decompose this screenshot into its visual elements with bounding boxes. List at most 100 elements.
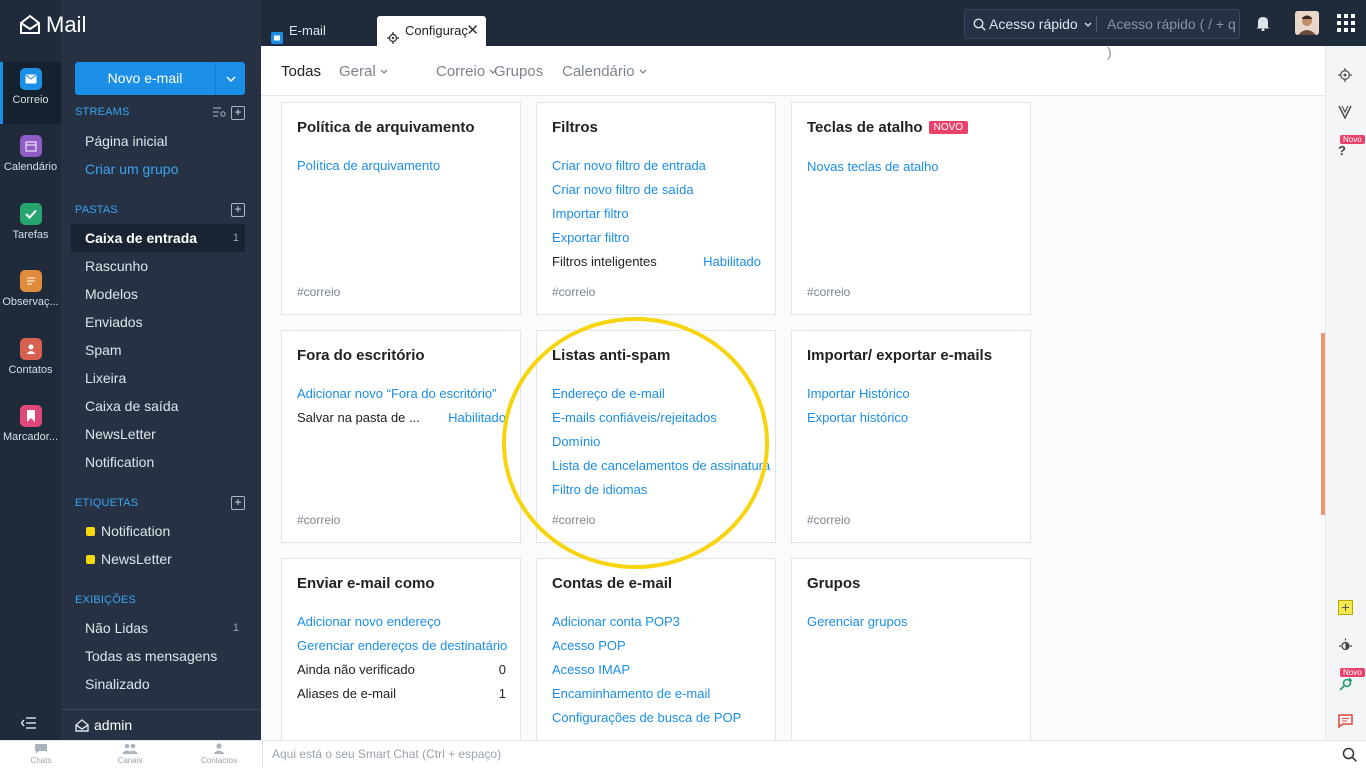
search-scope-selector[interactable]: Acesso rápido [973,10,1092,38]
folder-item-outbox[interactable]: Caixa de saída [71,392,245,420]
folder-item-drafts[interactable]: Rascunho [71,252,245,280]
rail-label: Observaç... [2,296,59,308]
apps-grid-icon[interactable] [1337,14,1355,35]
search-icon[interactable] [1342,747,1357,765]
add-address-link[interactable]: Adicionar novo endereço [297,614,441,629]
archive-policy-link[interactable]: Política de arquivamento [297,158,440,173]
view-item-all[interactable]: Todas as mensagens [71,642,245,670]
chats-button[interactable]: Chats [11,743,71,765]
rail-app-contatos[interactable]: Contatos [0,332,61,394]
unverified-label: Ainda não verificado [297,662,415,677]
channels-button[interactable]: Canais [100,743,160,765]
card-groups: Grupos Gerenciar grupos [791,558,1031,740]
user-avatar[interactable] [1295,11,1319,35]
whats-new-icon[interactable] [1338,105,1352,122]
rail-label: Marcador... [2,431,59,443]
account-icon [75,719,89,735]
unsubscribe-list-link[interactable]: Lista de cancelamentos de assinatura [552,458,770,473]
create-incoming-filter-link[interactable]: Criar novo filtro de entrada [552,158,706,173]
contact-icon [19,338,42,360]
tab-mail[interactable]: Correio [436,63,497,80]
folder-item-spam[interactable]: Spam [71,336,245,364]
folder-item-newsletter[interactable]: NewsLetter [71,420,245,448]
smart-chat-input[interactable]: Aqui está o seu Smart Chat (Ctrl + espaç… [262,741,1326,768]
add-tag-icon[interactable]: + [231,496,245,510]
rail-app-tarefas[interactable]: Tarefas [0,197,61,259]
collapse-sidebar-icon[interactable] [20,717,37,732]
stream-settings-icon[interactable] [213,106,226,121]
stream-item-home[interactable]: Página inicial [71,127,245,155]
tab-calendar[interactable]: Calendário [562,63,647,80]
check-icon [19,203,42,225]
card-filters: Filtros Criar novo filtro de entrada Cri… [536,102,776,315]
card-antispam: Listas anti-spam Endereço de e-mail E-ma… [536,330,776,543]
pop-access-link[interactable]: Acesso POP [552,638,626,653]
integration-plug-icon[interactable] [1338,677,1353,695]
view-item-unread[interactable]: Não Lidas 1 [71,614,245,642]
add-out-of-office-link[interactable]: Adicionar novo “Fora do escritório” [297,386,496,401]
bell-icon[interactable] [1256,15,1270,34]
sticky-note-icon[interactable] [1338,600,1353,618]
folder-footer: admin [61,709,261,740]
rail-app-observacoes[interactable]: Observaç... [0,264,61,326]
create-group-link[interactable]: Criar um grupo [71,155,245,183]
account-name[interactable]: admin [94,717,132,733]
pop-fetch-settings-link[interactable]: Configurações de busca de POP [552,710,741,725]
rail-app-marcadores[interactable]: Marcador... [0,399,61,461]
add-pop3-link[interactable]: Adicionar conta POP3 [552,614,680,629]
tab-groups[interactable]: Grupos [494,63,543,80]
tag-item-newsletter[interactable]: NewsLetter [71,545,245,573]
top-bar: E-mail Configuraç ✕ Acesso rápido Acesso… [261,0,1366,60]
save-folder-toggle[interactable]: Habilitado [448,410,506,425]
export-filter-link[interactable]: Exportar filtro [552,230,629,245]
export-history-link[interactable]: Exportar histórico [807,410,908,425]
chevron-down-icon[interactable] [215,62,245,95]
rail-app-correio[interactable]: Correio [0,62,61,124]
import-history-link[interactable]: Importar Histórico [807,386,910,401]
search-divider [1096,16,1097,32]
new-mail-button[interactable]: Novo e-mail [75,62,245,95]
tab-all[interactable]: Todas [281,63,321,80]
bookmark-icon [19,405,42,427]
theme-toggle-icon[interactable] [1338,638,1353,656]
new-badge: Novo [1340,668,1365,677]
feedback-icon[interactable] [1338,714,1353,731]
forwarding-link[interactable]: Encaminhamento de e-mail [552,686,710,701]
tab-general[interactable]: Geral [339,63,388,80]
view-item-flagged[interactable]: Sinalizado [71,670,245,698]
smart-filters-toggle[interactable]: Habilitado [703,254,761,269]
manage-groups-link[interactable]: Gerenciar grupos [807,614,907,629]
create-outgoing-filter-link[interactable]: Criar novo filtro de saída [552,182,694,197]
domain-link[interactable]: Domínio [552,434,600,449]
tab-email[interactable]: E-mail [261,16,376,46]
import-filter-link[interactable]: Importar filtro [552,206,629,221]
mail-brand-icon [20,14,40,34]
settings-gear-icon[interactable] [1338,68,1352,85]
manage-recipients-link[interactable]: Gerenciar endereços de destinatário [297,638,507,653]
help-icon[interactable]: ? [1338,143,1346,158]
bottom-label: Contactos [200,756,238,765]
add-folder-icon[interactable]: + [231,203,245,217]
streams-heading: STREAMS [75,106,130,118]
tag-item-notification[interactable]: Notification [71,517,245,545]
folder-item-trash[interactable]: Lixeira [71,364,245,392]
new-mail-label: Novo e-mail [107,70,183,86]
folder-item-notification[interactable]: Notification [71,448,245,476]
quick-search[interactable]: Acesso rápido Acesso rápido ( / + q ) [964,9,1240,60]
tab-settings[interactable]: Configuraç ✕ [377,16,486,46]
close-tab-icon[interactable]: ✕ [466,16,479,46]
folder-item-inbox[interactable]: Caixa de entrada 1 [71,224,245,252]
contacts-button[interactable]: Contactos [189,743,249,765]
add-stream-icon[interactable]: + [231,106,245,120]
new-shortcuts-link[interactable]: Novas teclas de atalho [807,159,939,174]
email-address-link[interactable]: Endereço de e-mail [552,386,665,401]
card-title: Teclas de atalho NOVO [807,119,969,136]
imap-access-link[interactable]: Acesso IMAP [552,662,630,677]
folder-item-sent[interactable]: Enviados [71,308,245,336]
folder-item-templates[interactable]: Modelos [71,280,245,308]
folders-heading: PASTAS [75,204,118,216]
rail-app-calendario[interactable]: Calendário [0,129,61,191]
language-filter-link[interactable]: Filtro de idiomas [552,482,647,497]
trusted-rejected-link[interactable]: E-mails confiáveis/rejeitados [552,410,717,425]
aliases-count: 1 [498,686,506,701]
